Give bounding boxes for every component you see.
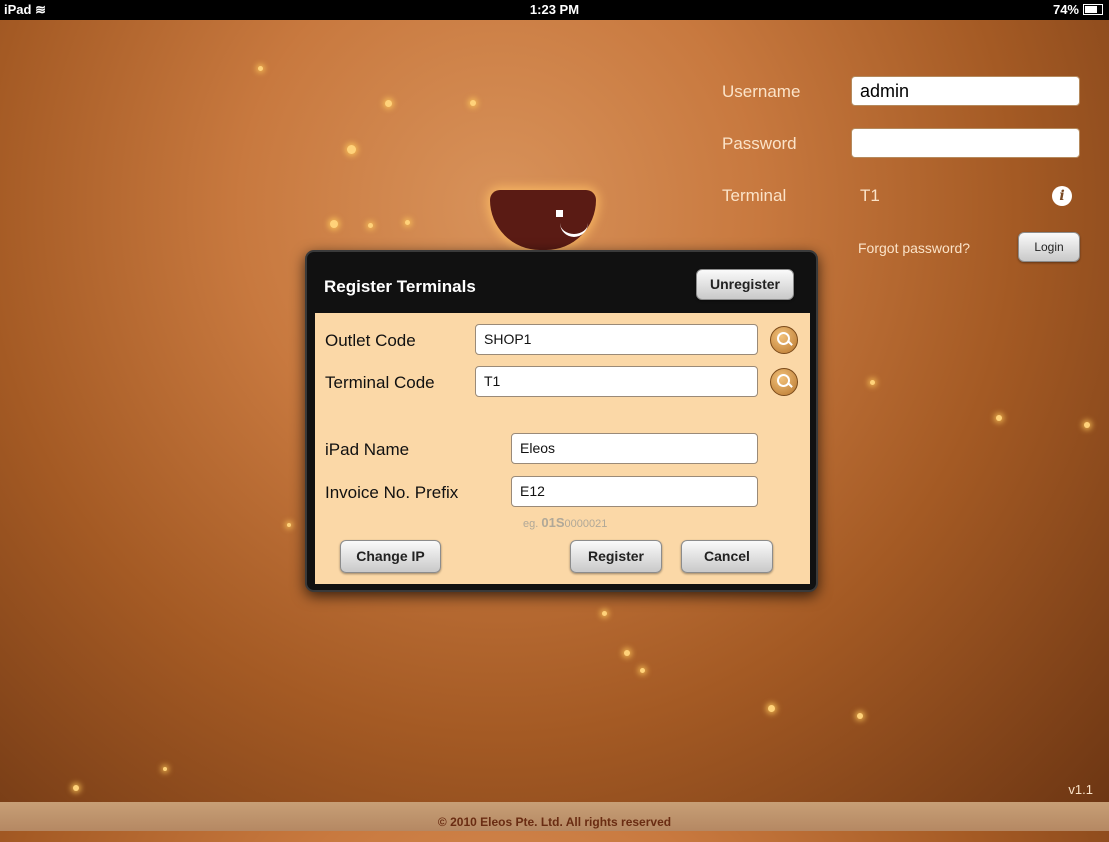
login-button[interactable]: Login bbox=[1018, 232, 1080, 262]
info-icon[interactable]: i bbox=[1052, 186, 1072, 206]
invoice-prefix-input[interactable]: E12 bbox=[511, 476, 758, 507]
forgot-password-link[interactable]: Forgot password? bbox=[858, 240, 970, 256]
password-label: Password bbox=[722, 134, 797, 153]
change-ip-button[interactable]: Change IP bbox=[340, 540, 441, 573]
outlet-code-label: Outlet Code bbox=[325, 331, 416, 350]
terminal-code-label: Terminal Code bbox=[325, 373, 435, 392]
register-terminals-dialog: Register Terminals Unregister Outlet Cod… bbox=[305, 250, 818, 592]
invoice-prefix-hint: eg. 01S0000021 bbox=[523, 515, 608, 530]
footer-copyright: © 2010 Eleos Pte. Ltd. All rights reserv… bbox=[0, 802, 1109, 831]
ipad-name-input[interactable]: Eleos bbox=[511, 433, 758, 464]
username-input[interactable]: admin bbox=[851, 76, 1080, 106]
password-input[interactable] bbox=[851, 128, 1080, 158]
status-time: 1:23 PM bbox=[529, 2, 580, 17]
terminal-value: T1 bbox=[860, 186, 880, 205]
version-label: v1.1 bbox=[1068, 782, 1093, 797]
battery-status: 74% bbox=[1053, 2, 1103, 17]
dialog-body: Outlet Code SHOP1 Terminal Code T1 iPad … bbox=[315, 313, 810, 584]
battery-icon bbox=[1083, 4, 1103, 15]
invoice-prefix-label: Invoice No. Prefix bbox=[325, 483, 459, 502]
cancel-button[interactable]: Cancel bbox=[681, 540, 773, 573]
app-logo bbox=[490, 190, 596, 250]
status-bar: iPad ≋ 1:23 PM 74% bbox=[0, 0, 1109, 20]
search-icon[interactable] bbox=[770, 368, 798, 396]
username-label: Username bbox=[722, 82, 801, 101]
terminal-code-input[interactable]: T1 bbox=[475, 366, 758, 397]
unregister-button[interactable]: Unregister bbox=[696, 269, 794, 300]
search-icon[interactable] bbox=[770, 326, 798, 354]
register-button[interactable]: Register bbox=[570, 540, 662, 573]
ipad-name-label: iPad Name bbox=[325, 440, 410, 459]
dialog-title: Register Terminals bbox=[324, 277, 476, 296]
outlet-code-input[interactable]: SHOP1 bbox=[475, 324, 758, 355]
terminal-label: Terminal bbox=[722, 186, 787, 205]
